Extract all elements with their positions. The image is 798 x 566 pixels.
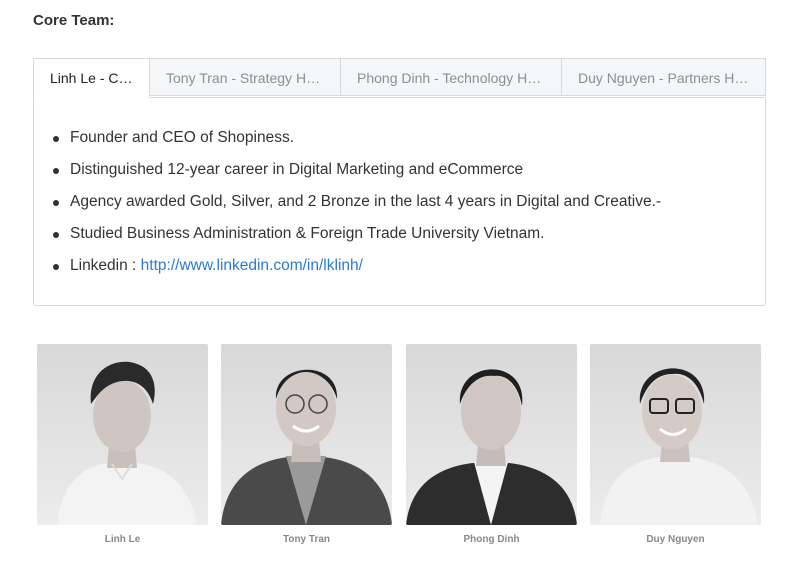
section-heading: Core Team: [33, 12, 115, 29]
bio-text: Distinguished 12-year career in Digital … [70, 161, 524, 178]
caption-tony-tran: Tony Tran [282, 534, 331, 545]
list-item: Agency awarded Gold, Silver, and 2 Bronz… [53, 190, 662, 222]
photo-phong-dinh [406, 344, 577, 525]
caption-linh-le: Linh Le [104, 534, 141, 545]
bio-text: Studied Business Administration & Foreig… [70, 225, 545, 242]
list-item: Founder and CEO of Shopiness. [53, 126, 661, 158]
bullet-icon [53, 168, 59, 174]
bullet-icon [53, 200, 59, 206]
bio-text: Agency awarded Gold, Silver, and 2 Bronz… [70, 193, 662, 210]
tab-bar: Linh Le - CEO Tony Tran - Strategy He...… [33, 58, 766, 98]
team-tabs: Linh Le - CEO Tony Tran - Strategy He...… [33, 58, 766, 306]
tab-tony-tran[interactable]: Tony Tran - Strategy He... [149, 58, 341, 96]
bio-text: Founder and CEO of Shopiness. [70, 129, 295, 146]
caption-phong-dinh: Phong Dinh [463, 534, 520, 545]
photo-tony-tran [221, 344, 392, 525]
tab-panel: Founder and CEO of Shopiness. Distinguis… [33, 97, 766, 306]
caption-duy-nguyen: Duy Nguyen [646, 534, 705, 545]
tab-linh-le[interactable]: Linh Le - CEO [33, 58, 150, 98]
linkedin-label: Linkedin : [70, 257, 141, 274]
list-item: Linkedin : http://www.linkedin.com/in/lk… [53, 254, 661, 286]
tab-duy-nguyen[interactable]: Duy Nguyen - Partners He... [561, 58, 766, 96]
linkedin-link[interactable]: http://www.linkedin.com/in/lklinh/ [141, 257, 363, 274]
photo-duy-nguyen [590, 344, 761, 525]
photo-linh-le [37, 344, 208, 525]
bullet-icon [53, 232, 59, 238]
tab-phong-dinh[interactable]: Phong Dinh - Technology He... [340, 58, 562, 96]
bio-list: Founder and CEO of Shopiness. Distinguis… [53, 126, 662, 286]
list-item: Distinguished 12-year career in Digital … [53, 158, 661, 190]
bullet-icon [53, 264, 59, 270]
bullet-icon [53, 136, 59, 142]
list-item: Studied Business Administration & Foreig… [53, 222, 661, 254]
